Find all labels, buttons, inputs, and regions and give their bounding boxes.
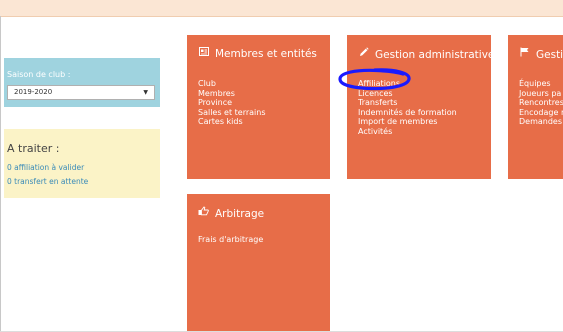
top-header-bar (0, 0, 563, 17)
tile-title: Gestio (536, 48, 563, 61)
link-frais-arbitrage[interactable]: Frais d'arbitrage (198, 235, 263, 245)
hand-pointer-icon (198, 206, 209, 221)
tile-link-list: Affiliations Licences Transferts Indemni… (358, 79, 457, 136)
link-membres[interactable]: Membres (198, 89, 266, 99)
tile-link-list: Équipes Joueurs pa Rencontres Encodage r… (519, 79, 563, 127)
todo-panel: A traiter : 0 affiliation à valider 0 tr… (4, 129, 160, 198)
link-salles-terrains[interactable]: Salles et terrains (198, 108, 266, 118)
link-demandes[interactable]: Demandes (519, 117, 563, 127)
season-selected-value: 2019-2020 (14, 88, 53, 96)
todo-link-affiliations[interactable]: 0 affiliation à valider (7, 161, 158, 175)
tile-arbitrage: Arbitrage Frais d'arbitrage (187, 194, 330, 332)
todo-title: A traiter : (7, 142, 60, 155)
tile-header: Gestion administrative (358, 47, 494, 62)
link-indemnites-formation[interactable]: Indemnités de formation (358, 108, 457, 118)
tile-header: Membres et entités (198, 47, 317, 61)
tile-gestion-sportive: Gestio Équipes Joueurs pa Rencontres Enc… (508, 35, 563, 179)
chevron-down-icon: ▼ (143, 89, 148, 96)
tile-title: Membres et entités (215, 48, 317, 60)
todo-link-transfers[interactable]: 0 transfert en attente (7, 175, 158, 189)
tile-link-list: Club Membres Province Salles et terrains… (198, 79, 266, 127)
link-activites[interactable]: Activités (358, 127, 457, 137)
link-rencontres[interactable]: Rencontres (519, 98, 563, 108)
tile-header: Arbitrage (198, 206, 264, 221)
link-joueurs[interactable]: Joueurs pa (519, 89, 563, 99)
link-affiliations[interactable]: Affiliations (358, 79, 457, 89)
tile-link-list: Frais d'arbitrage (198, 235, 263, 245)
link-licences[interactable]: Licences (358, 89, 457, 99)
flag-icon (519, 47, 530, 62)
link-import-membres[interactable]: Import de membres (358, 117, 457, 127)
link-province[interactable]: Province (198, 98, 266, 108)
season-panel: Saison de club : 2019-2020 ▼ (4, 58, 160, 107)
tile-title: Gestion administrative (375, 48, 495, 61)
season-label: Saison de club : (7, 70, 71, 79)
tile-gestion-administrative: Gestion administrative Affiliations Lice… (347, 35, 494, 179)
link-transferts[interactable]: Transferts (358, 98, 457, 108)
id-card-icon (198, 47, 209, 61)
tile-title: Arbitrage (215, 207, 265, 220)
link-cartes-kids[interactable]: Cartes kids (198, 117, 266, 127)
link-club[interactable]: Club (198, 79, 266, 89)
link-encodage[interactable]: Encodage r (519, 108, 563, 118)
pencil-icon (358, 47, 369, 62)
tile-membres-entites: Membres et entités Club Membres Province… (187, 35, 330, 179)
link-equipes[interactable]: Équipes (519, 79, 563, 89)
season-select[interactable]: 2019-2020 ▼ (7, 85, 155, 100)
left-border (0, 16, 1, 332)
tile-header: Gestio (519, 47, 563, 62)
